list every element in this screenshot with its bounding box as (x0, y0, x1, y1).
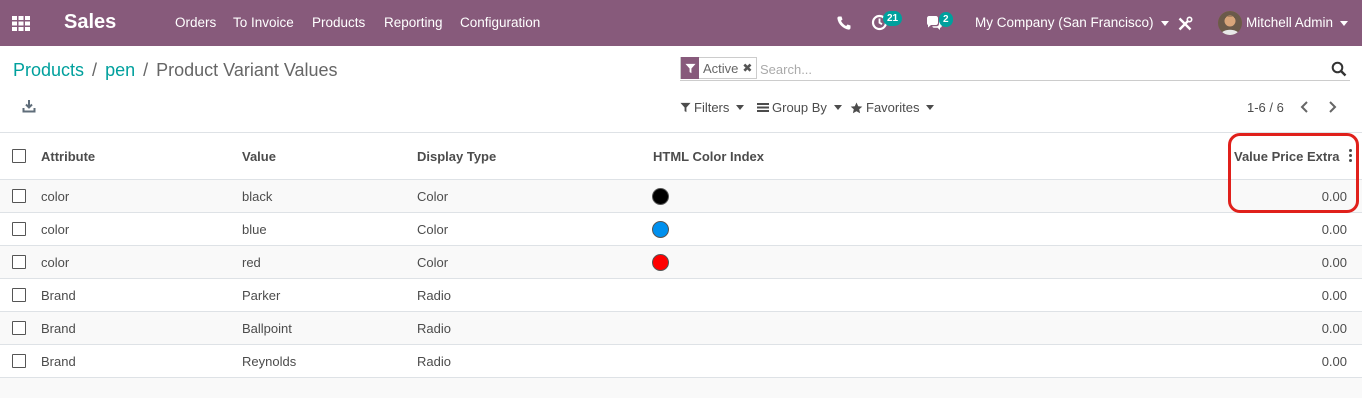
cell-display-type: Radio (417, 321, 451, 336)
company-switcher[interactable]: My Company (San Francisco) (975, 15, 1169, 30)
breadcrumb-separator: / (143, 60, 149, 80)
cell-price-extra: 0.00 (1321, 288, 1347, 303)
color-swatch (652, 188, 669, 205)
cell-price-extra: 0.00 (1321, 189, 1347, 204)
search-bar: Active ✖ (680, 57, 1350, 81)
search-input[interactable] (760, 59, 1310, 79)
column-header-html-color-index[interactable]: HTML Color Index (653, 133, 764, 180)
group-by-label: Group By (772, 100, 827, 115)
cell-display-type: Color (417, 189, 449, 204)
row-checkbox[interactable] (12, 288, 26, 302)
chevron-down-icon (1160, 20, 1169, 26)
cell-attribute: Brand (41, 321, 76, 336)
row-checkbox[interactable] (12, 189, 26, 203)
close-icon[interactable]: ✖ (742, 61, 756, 75)
variant-values-table: Attribute Value Display Type HTML Color … (0, 132, 1362, 378)
cell-value: black (242, 189, 273, 204)
company-name: My Company (San Francisco) (975, 15, 1154, 30)
column-header-display-type[interactable]: Display Type (417, 133, 496, 180)
select-all-checkbox[interactable] (12, 149, 26, 163)
filters-label: Filters (694, 100, 730, 115)
cell-value: red (242, 255, 261, 270)
table-header: Attribute Value Display Type HTML Color … (0, 133, 1362, 180)
breadcrumb: Products / pen / Product Variant Values (13, 60, 338, 81)
optional-columns-icon[interactable] (1348, 149, 1354, 163)
cell-attribute: Brand (41, 288, 76, 303)
table-row[interactable]: Brand Parker Radio 0.00 (0, 279, 1362, 312)
chevron-down-icon (736, 105, 745, 110)
debug-tools-icon[interactable] (1177, 16, 1193, 32)
chevron-down-icon (833, 105, 842, 110)
row-checkbox[interactable] (12, 222, 26, 236)
breadcrumb-separator: / (92, 60, 98, 80)
cell-price-extra: 0.00 (1321, 222, 1347, 237)
chevron-right-icon[interactable] (1324, 98, 1340, 116)
cell-attribute: color (41, 222, 70, 237)
chevron-down-icon (926, 105, 935, 110)
user-menu[interactable]: Mitchell Admin (1246, 15, 1349, 30)
cell-display-type: Radio (417, 288, 451, 303)
messages-count-badge: 2 (939, 12, 953, 27)
search-facet-active[interactable]: Active ✖ (680, 57, 758, 79)
cell-display-type: Color (417, 255, 449, 270)
menu-configuration[interactable]: Configuration (460, 15, 540, 30)
cell-attribute: Brand (41, 354, 76, 369)
cell-value: Parker (242, 288, 281, 303)
search-icon[interactable] (1331, 61, 1347, 77)
app-name[interactable]: Sales (64, 11, 116, 34)
user-avatar[interactable] (1218, 11, 1242, 35)
menu-orders[interactable]: Orders (175, 15, 216, 30)
row-checkbox[interactable] (12, 321, 26, 335)
table-body: color black Color 0.00 color blue Color 0.00 col… (0, 180, 1362, 378)
download-icon[interactable] (22, 99, 36, 113)
user-name: Mitchell Admin (1246, 15, 1334, 30)
breadcrumb-products[interactable]: Products (13, 60, 84, 80)
cell-price-extra: 0.00 (1321, 321, 1347, 336)
column-header-attribute[interactable]: Attribute (41, 133, 95, 180)
favorites-label: Favorites (866, 100, 920, 115)
table-row[interactable]: color blue Color 0.00 (0, 213, 1362, 246)
chevron-left-icon[interactable] (1297, 98, 1313, 116)
table-row[interactable]: color black Color 0.00 (0, 180, 1362, 213)
color-swatch (652, 254, 669, 271)
filter-funnel-icon (680, 102, 691, 113)
star-icon (850, 102, 863, 113)
cell-value: Ballpoint (242, 321, 292, 336)
table-row[interactable]: Brand Reynolds Radio 0.00 (0, 345, 1362, 378)
cell-value: blue (242, 222, 267, 237)
menu-reporting[interactable]: Reporting (384, 15, 443, 30)
breadcrumb-pen[interactable]: pen (105, 60, 135, 80)
favorites-button[interactable]: Favorites (850, 100, 935, 115)
list-icon (757, 103, 769, 112)
cell-display-type: Color (417, 222, 449, 237)
row-checkbox[interactable] (12, 255, 26, 269)
table-row[interactable]: Brand Ballpoint Radio 0.00 (0, 312, 1362, 345)
cell-price-extra: 0.00 (1321, 354, 1347, 369)
color-swatch (652, 221, 669, 238)
chevron-down-icon (1340, 20, 1349, 26)
list-background (0, 378, 1362, 398)
top-navbar: Sales Orders To Invoice Products Reporti… (0, 0, 1362, 46)
group-by-button[interactable]: Group By (757, 100, 842, 115)
filter-funnel-icon (681, 57, 699, 79)
column-header-value[interactable]: Value (242, 133, 276, 180)
cell-attribute: color (41, 255, 70, 270)
column-header-value-price-extra[interactable]: Value Price Extra (1234, 133, 1340, 180)
activity-count-badge: 21 (883, 11, 903, 26)
menu-products[interactable]: Products (312, 15, 365, 30)
filters-button[interactable]: Filters (680, 100, 745, 115)
phone-icon[interactable] (836, 15, 852, 31)
cell-attribute: color (41, 189, 70, 204)
page-title: Product Variant Values (156, 60, 338, 80)
cell-value: Reynolds (242, 354, 297, 369)
table-row[interactable]: color red Color 0.00 (0, 246, 1362, 279)
apps-grid-icon[interactable] (11, 13, 31, 33)
cell-price-extra: 0.00 (1321, 255, 1347, 270)
cell-display-type: Radio (417, 354, 451, 369)
facet-value: Active (703, 60, 739, 76)
pager-value[interactable]: 1-6 / 6 (1247, 100, 1284, 115)
menu-to-invoice[interactable]: To Invoice (233, 15, 294, 30)
row-checkbox[interactable] (12, 354, 26, 368)
